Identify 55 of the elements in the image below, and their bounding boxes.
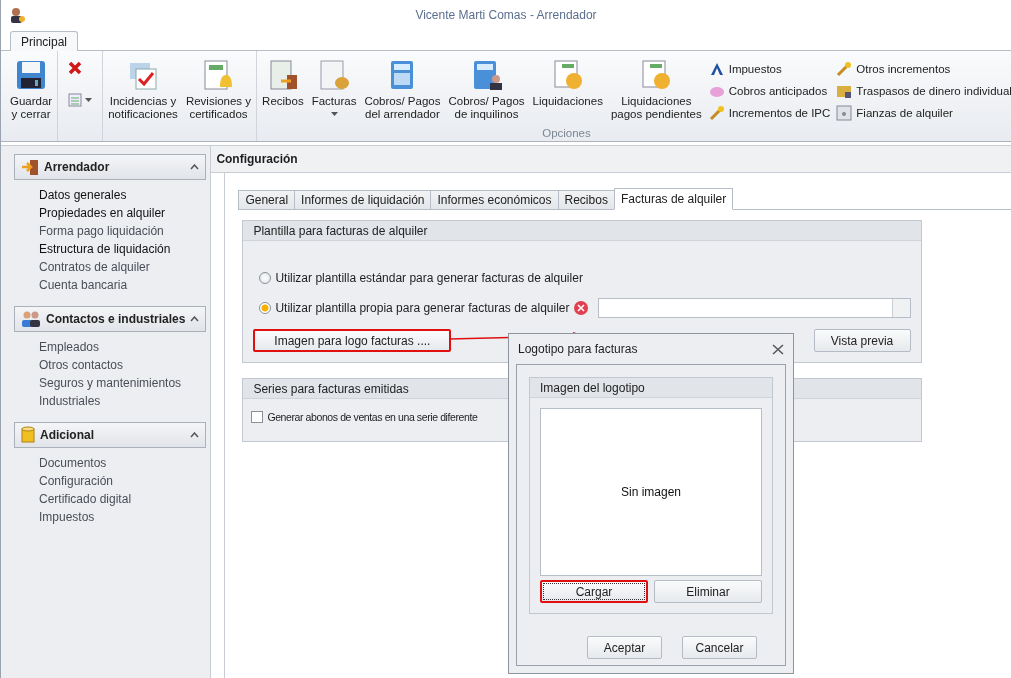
sidebar-link[interactable]: Contratos de alquiler xyxy=(39,258,207,276)
dialog-button[interactable]: Cargar xyxy=(540,580,649,603)
ribbon-button[interactable]: Facturas xyxy=(308,57,360,118)
dialog-button[interactable]: Cancelar xyxy=(682,636,757,659)
ribbon-small-button[interactable]: Otros incrementos xyxy=(834,61,1011,77)
preview-button[interactable]: Vista previa xyxy=(813,329,911,352)
sidebar-link[interactable]: Configuración xyxy=(39,472,207,490)
ribbon-button[interactable]: Liquidaciones xyxy=(529,57,606,110)
sidebar-link[interactable]: Estructura de liquidación xyxy=(39,240,207,258)
ribbon-small-button[interactable]: Fianzas de alquiler xyxy=(834,105,1011,121)
section-header[interactable]: Contactos e industriales xyxy=(14,306,207,332)
section-title: Configuración xyxy=(216,152,298,166)
logo-image-button[interactable]: Imagen para logo facturas .... xyxy=(253,329,452,352)
group-title: Plantilla para facturas de alquiler xyxy=(253,223,428,238)
sidebar-link[interactable]: Industriales xyxy=(39,392,207,410)
dialog-button[interactable]: Aceptar xyxy=(587,636,662,659)
ribbon-button[interactable]: Incidencias y notificaciones xyxy=(105,57,181,123)
ribbon-small-button[interactable]: Cobros anticipados xyxy=(706,83,833,99)
sidebar-link[interactable]: Documentos xyxy=(39,454,207,472)
tab[interactable]: Informes económicos xyxy=(430,190,559,210)
placeholder-text: Sin imagen xyxy=(620,485,681,499)
dialog-button[interactable]: Eliminar xyxy=(654,580,762,603)
group-label: Opciones xyxy=(542,127,591,141)
ribbon-small-button[interactable]: Incrementos de IPC xyxy=(706,105,833,121)
ribbon-tab[interactable]: Principal xyxy=(10,31,79,51)
sidebar-link[interactable]: Seguros y mantenimientos xyxy=(39,374,207,392)
sidebar-link[interactable]: Cuenta bancaria xyxy=(39,276,207,294)
sidebar-link[interactable]: Otros contactos xyxy=(39,356,207,374)
group-title: Imagen del logotipo xyxy=(540,380,645,395)
ribbon-small-button[interactable]: Traspasos de dinero individual xyxy=(834,83,1011,99)
ribbon-button[interactable]: Guardar y cerrar xyxy=(7,57,56,123)
sidebar-link[interactable]: Impuestos xyxy=(39,508,207,526)
sidebar-link[interactable]: Propiedades en alquiler xyxy=(39,204,207,222)
tab[interactable]: Facturas de alquiler xyxy=(613,188,734,210)
ribbon-button[interactable]: Recibos xyxy=(259,57,307,110)
sidebar-link[interactable]: Empleados xyxy=(39,338,207,356)
sidebar-link[interactable]: Forma pago liquidación xyxy=(39,222,207,240)
group-title: Series para facturas emitidas xyxy=(253,381,409,396)
ribbon-button[interactable]: Liquidaciones pagos pendientes xyxy=(607,57,705,123)
sidebar-link[interactable]: Certificado digital xyxy=(39,490,207,508)
ribbon-button[interactable]: Revisiones y certificados xyxy=(182,57,255,123)
tab[interactable]: Informes de liquidación xyxy=(294,190,432,210)
ribbon-button[interactable]: Cobros/ Pagos del arrendador xyxy=(361,57,444,123)
sidebar-link[interactable]: Datos generales xyxy=(39,186,207,204)
dialog-title: Logotipo para facturas xyxy=(518,342,638,356)
tab[interactable]: Recibos xyxy=(557,190,615,210)
ribbon-small-button[interactable]: Impuestos xyxy=(706,61,833,77)
section-header[interactable]: Adicional xyxy=(14,422,207,448)
ribbon-button[interactable]: Cobros/ Pagos de inquilinos xyxy=(445,57,528,123)
checkbox-label: Generar abonos de ventas en una serie diferente xyxy=(267,411,478,423)
option-label: Utilizar plantilla propia para generar facturas de alquiler xyxy=(275,301,570,315)
tab[interactable]: General xyxy=(238,190,296,210)
option-label: Utilizar plantilla estándar para generar facturas de alquiler xyxy=(275,271,583,285)
section-header[interactable]: Arrendador xyxy=(14,154,207,180)
window-title: Vicente Marti Comas - Arrendador xyxy=(414,8,598,22)
